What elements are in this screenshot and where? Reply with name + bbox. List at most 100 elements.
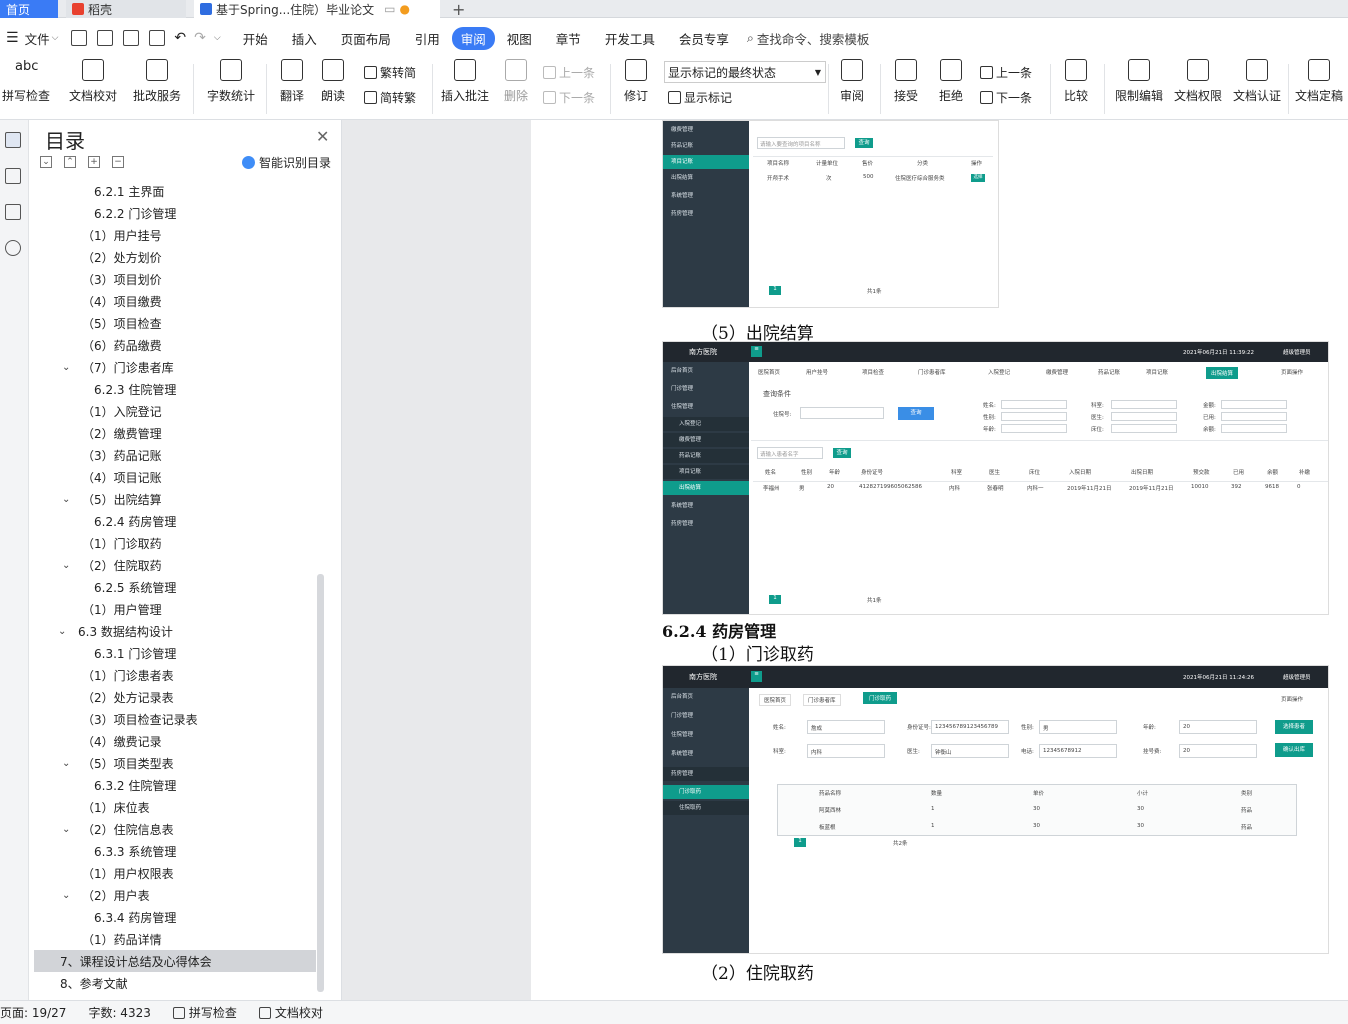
menu-developer[interactable]: 开发工具 (593, 29, 667, 48)
prev-change-button[interactable]: 上一条 (980, 64, 1032, 81)
chevron-down-icon[interactable]: ⌄ (62, 362, 74, 373)
reject-button[interactable]: 拒绝 (932, 58, 970, 118)
menu-member[interactable]: 会员专享 (667, 29, 741, 48)
toc-item[interactable]: （2）缴费管理 (34, 422, 316, 444)
next-comment-button[interactable]: 下一条 (543, 89, 595, 106)
toc-item[interactable]: 6.2.5 系统管理 (34, 576, 316, 598)
toc-item[interactable]: （1）入院登记 (34, 400, 316, 422)
redo-icon[interactable]: ↷ (194, 30, 206, 46)
menu-file[interactable]: 文件 (25, 29, 50, 48)
toc-item[interactable]: （1）药品详情 (34, 928, 316, 950)
toc-item[interactable]: （1）床位表 (34, 796, 316, 818)
menu-home[interactable]: 开始 (231, 29, 280, 48)
undo-icon[interactable]: ↶ (174, 30, 186, 46)
toc-item[interactable]: （2）处方划价 (34, 246, 316, 268)
toc-item[interactable]: 6.3.4 药房管理 (34, 906, 316, 928)
toc-item[interactable]: （3）药品记账 (34, 444, 316, 466)
doc-finalize-button[interactable]: 文档定稿 (1292, 58, 1346, 118)
command-search[interactable]: ⌕ 查找命令、搜索模板 (747, 29, 870, 48)
search-icon[interactable] (5, 240, 21, 256)
toc-item[interactable]: （1）用户管理 (34, 598, 316, 620)
display-mode-select[interactable]: 显示标记的最终状态 ▼ (664, 61, 826, 83)
expand-all-icon[interactable]: ⌃ (64, 156, 76, 168)
toc-item[interactable]: ⌄ （2）用户表 (34, 884, 316, 906)
toc-item[interactable]: 6.3.1 门诊管理 (34, 642, 316, 664)
toc-item[interactable]: （1）门诊患者表 (34, 664, 316, 686)
quick-access-more-icon[interactable]: ⌵ (214, 33, 221, 43)
toc-item[interactable]: （1）用户挂号 (34, 224, 316, 246)
word-count[interactable]: 字数: 4323 (88, 1004, 150, 1021)
tab-restore-icon[interactable]: ▭ (384, 2, 395, 16)
toc-item[interactable]: （6）药品缴费 (34, 334, 316, 356)
tab-home[interactable]: 首页 (0, 0, 58, 18)
chevron-down-icon[interactable]: ⌄ (62, 560, 74, 571)
toc-item[interactable]: ⌄ （2）住院取药 (34, 554, 316, 576)
toc-item[interactable]: ⌄ （7）门诊患者库 (34, 356, 316, 378)
doc-permission-button[interactable]: 文档权限 (1172, 58, 1224, 118)
tab-docer[interactable]: 稻壳 (66, 0, 186, 18)
toc-item[interactable]: ⌄ （5）项目类型表 (34, 752, 316, 774)
toc-item[interactable]: （3）项目划价 (34, 268, 316, 290)
track-changes-button[interactable]: 修订 (616, 58, 656, 118)
toc-item[interactable]: 6.3.3 系统管理 (34, 840, 316, 862)
hamburger-icon[interactable]: ☰ (6, 30, 19, 46)
chevron-down-icon[interactable]: ⌄ (62, 758, 74, 769)
toc-item[interactable]: ⌄ 6.3 数据结构设计 (34, 620, 316, 642)
wordcount-button[interactable]: 字数统计 (203, 58, 259, 118)
close-icon[interactable]: ✕ (316, 127, 329, 146)
toc-item[interactable]: 6.2.3 住院管理 (34, 378, 316, 400)
toc-item[interactable]: （3）项目检查记录表 (34, 708, 316, 730)
toc-item[interactable]: （4）项目缴费 (34, 290, 316, 312)
bookmark-icon[interactable] (5, 204, 21, 220)
chevron-down-icon[interactable]: ⌄ (58, 626, 70, 637)
toc-item[interactable]: 6.2.1 主界面 (34, 180, 316, 202)
chevron-down-icon[interactable]: ⌵ (52, 33, 59, 43)
menu-insert[interactable]: 插入 (280, 29, 329, 48)
prev-comment-button[interactable]: 上一条 (543, 64, 595, 81)
compare-button[interactable]: 比较 (1056, 58, 1096, 118)
print-icon[interactable] (123, 30, 140, 46)
menu-layout[interactable]: 页面布局 (329, 29, 403, 48)
chapter-nav-icon[interactable] (5, 168, 21, 184)
simp-to-trad-button[interactable]: 简转繁 (364, 89, 416, 106)
doccheck-button[interactable]: 文档校对 (66, 58, 120, 118)
toc-item[interactable]: 8、参考文献 (34, 972, 316, 994)
insert-comment-button[interactable]: 插入批注 (438, 58, 492, 118)
new-tab-button[interactable]: + (446, 0, 472, 18)
restrict-editing-button[interactable]: 限制编辑 (1112, 58, 1166, 118)
spellcheck-button[interactable]: abc 拼写检查 (0, 58, 52, 118)
toc-item[interactable]: （4）项目记账 (34, 466, 316, 488)
menu-view[interactable]: 视图 (495, 29, 544, 48)
toc-scrollbar[interactable] (317, 574, 324, 992)
show-markup-button[interactable]: 显示标记 (668, 89, 732, 106)
menu-chapter[interactable]: 章节 (544, 29, 593, 48)
review-pane-button[interactable]: 审阅 (834, 58, 870, 118)
menu-references[interactable]: 引用 (403, 29, 452, 48)
trad-to-simp-button[interactable]: 繁转简 (364, 64, 416, 81)
toc-item[interactable]: （1）用户权限表 (34, 862, 316, 884)
toc-nav-icon[interactable] (5, 132, 21, 148)
delete-comment-button[interactable]: 删除 (498, 58, 534, 118)
toc-item[interactable]: ⌄ （5）出院结算 (34, 488, 316, 510)
translate-button[interactable]: 翻译 (272, 58, 312, 118)
toc-item[interactable]: （4）缴费记录 (34, 730, 316, 752)
add-heading-icon[interactable]: + (88, 156, 100, 168)
chevron-down-icon[interactable]: ⌄ (62, 494, 74, 505)
batch-service-button[interactable]: 批改服务 (127, 58, 187, 118)
remove-heading-icon[interactable]: − (112, 156, 124, 168)
ai-toc-button[interactable]: 智能识别目录 (242, 154, 331, 171)
menu-review[interactable]: 审阅 (451, 26, 495, 50)
toc-item[interactable]: 6.2.2 门诊管理 (34, 202, 316, 224)
status-spellcheck[interactable]: 拼写检查 (172, 1004, 237, 1021)
toc-item[interactable]: （5）项目检查 (34, 312, 316, 334)
status-doccheck[interactable]: 文档校对 (258, 1004, 323, 1021)
accept-button[interactable]: 接受 (886, 58, 926, 118)
toc-item[interactable]: （1）门诊取药 (34, 532, 316, 554)
collapse-all-icon[interactable]: ⌄ (40, 156, 52, 168)
toc-item[interactable]: 7、课程设计总结及心得体会 (34, 950, 316, 972)
tab-document[interactable]: 基于Spring...住院）毕业论文 ▭ ● (194, 0, 440, 18)
next-change-button[interactable]: 下一条 (980, 89, 1032, 106)
toc-item[interactable]: ⌄ （2）住院信息表 (34, 818, 316, 840)
page-indicator[interactable]: 页面: 19/27 (0, 1004, 66, 1021)
toc-item[interactable]: 6.2.4 药房管理 (34, 510, 316, 532)
